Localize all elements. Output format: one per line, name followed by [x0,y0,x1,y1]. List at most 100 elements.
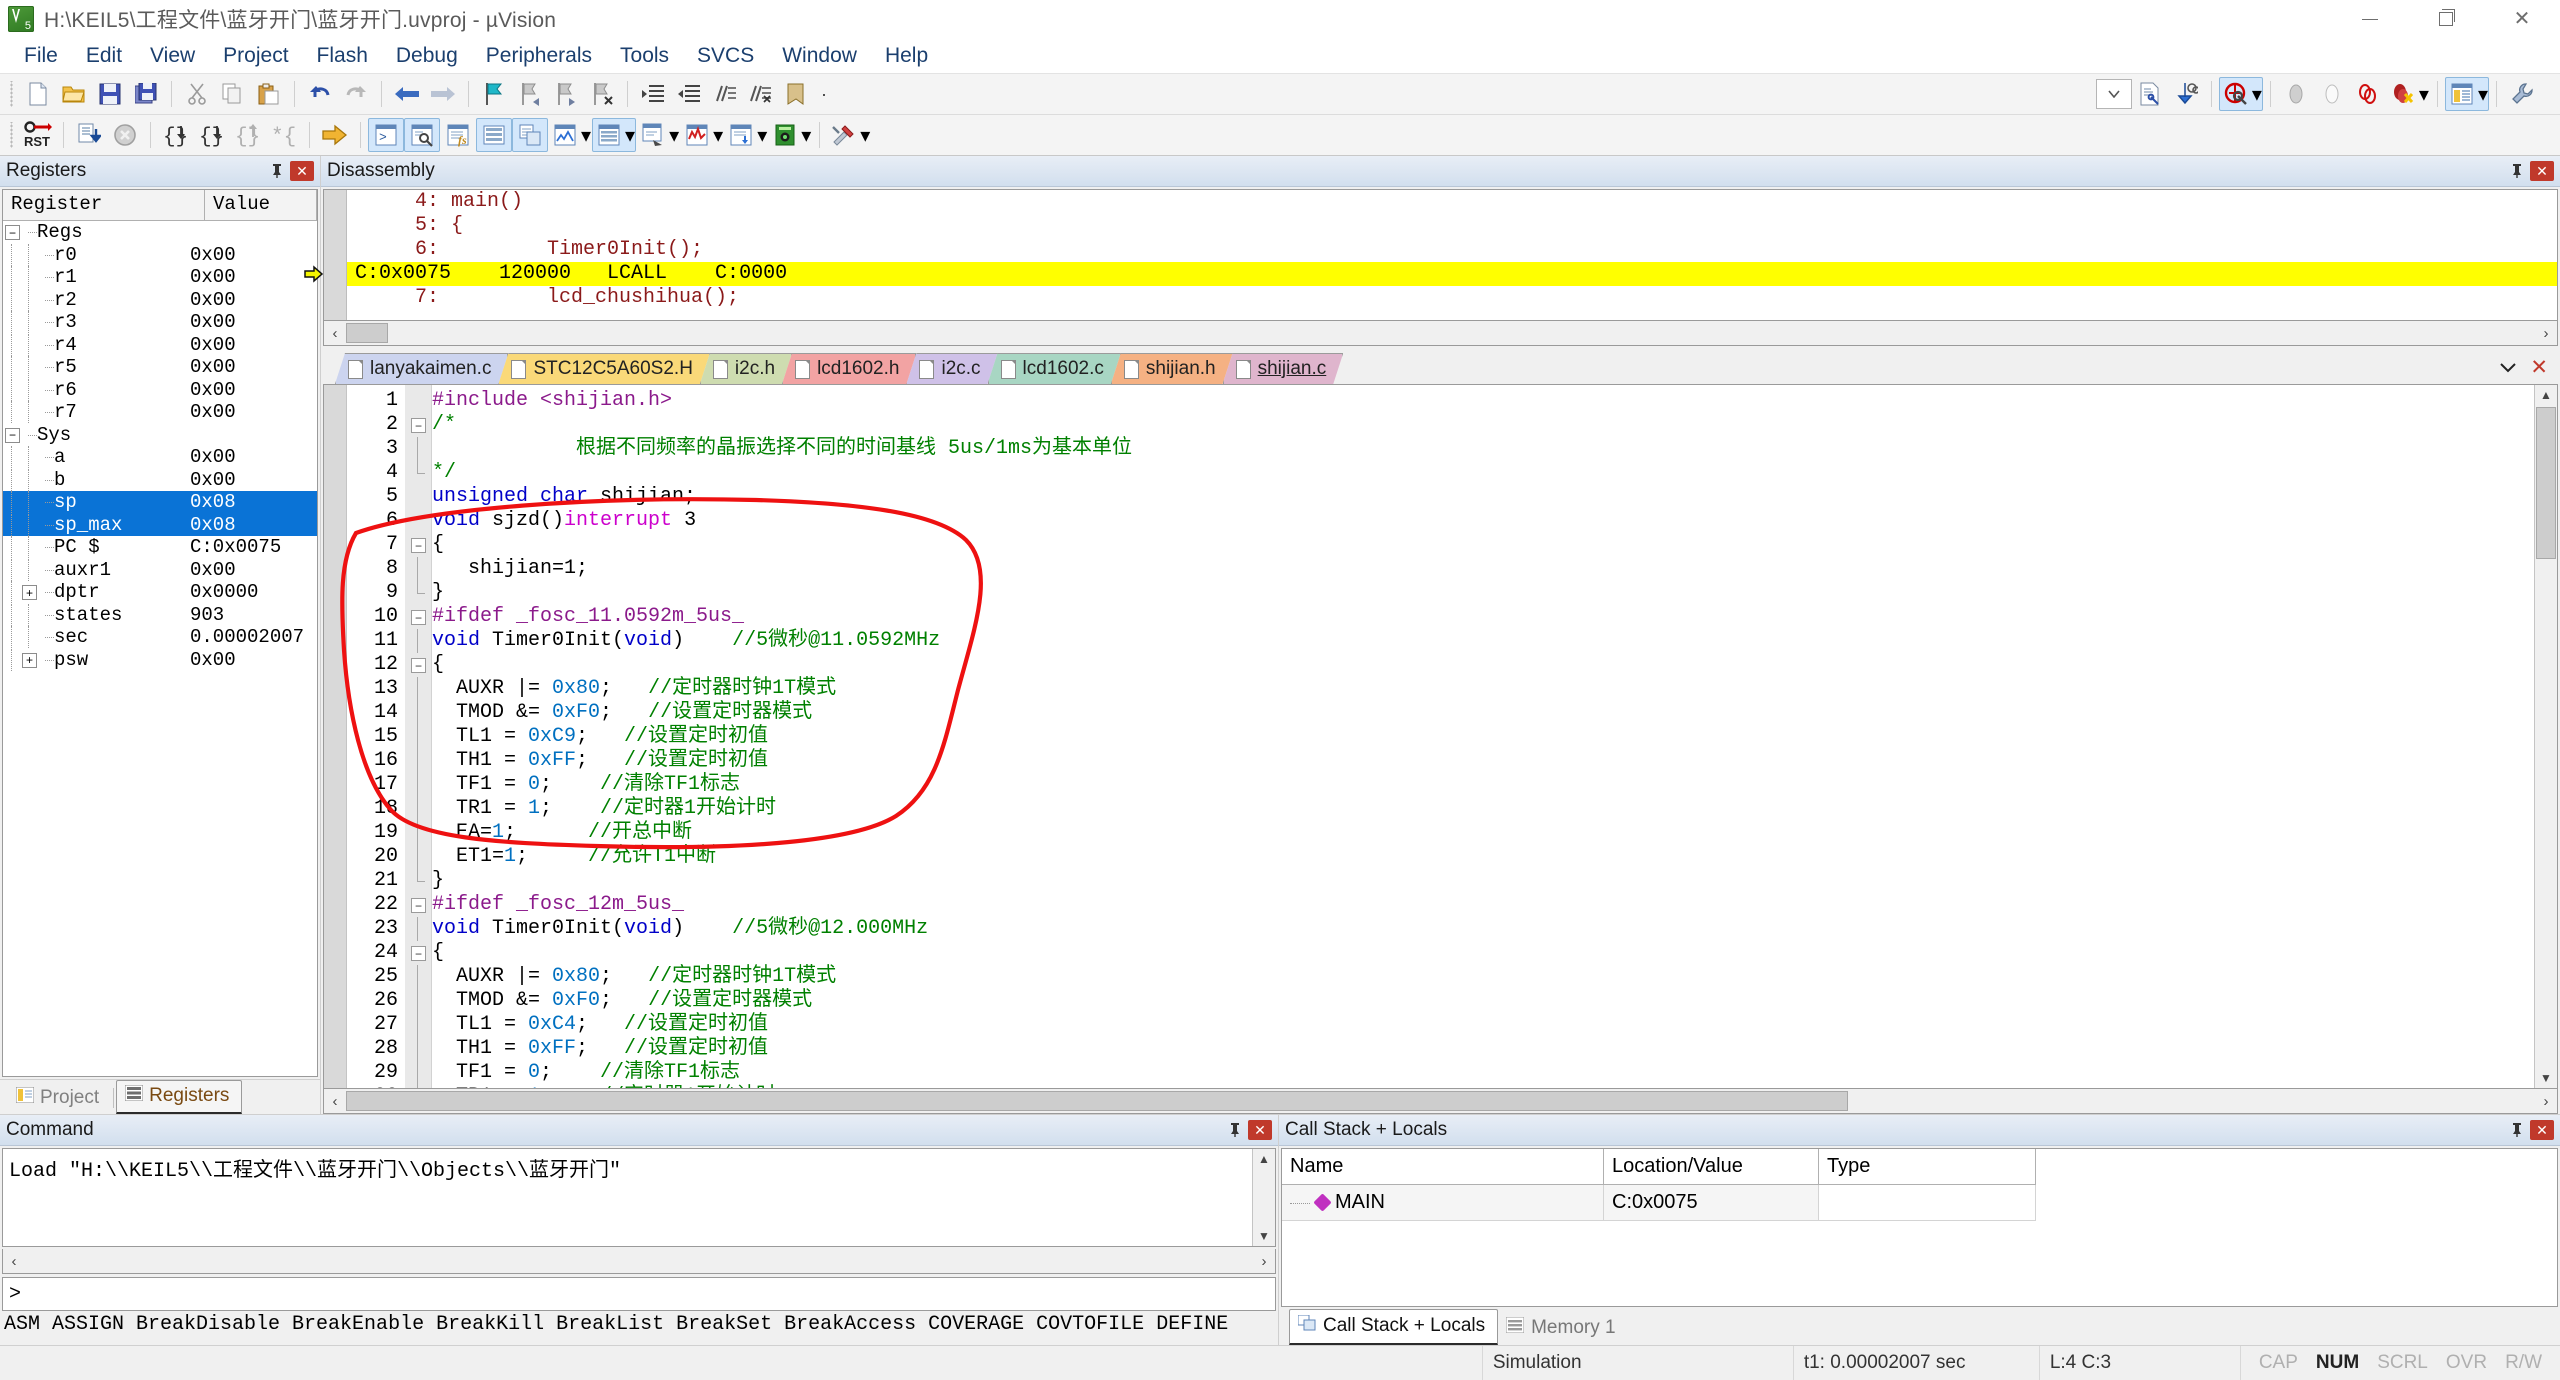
fold-marker[interactable]: − [405,653,431,677]
fold-marker[interactable] [405,1061,431,1085]
code-line[interactable]: TR1 = 1; //定时器1开始计时 [432,797,2534,821]
collapse-icon[interactable]: − [411,610,426,625]
trace-windows-button[interactable]: ▾ [724,118,768,152]
code-line[interactable]: #include <shijian.h> [432,389,2534,413]
close-icon[interactable]: ✕ [2530,355,2548,380]
breakpoint-disable-icon[interactable] [2350,77,2386,111]
disassembly-line[interactable]: 7: lcd_chushihua(); [347,286,2557,310]
registers-row-list[interactable]: − Regs r0 0x00 r1 0x00 r2 0x00 r3 0x00 r4 0x00 r5 0x0… [3,221,317,1076]
fold-marker[interactable] [405,461,431,485]
save-icon[interactable] [92,77,128,111]
tree-expander[interactable]: − [3,424,20,446]
fold-marker[interactable] [405,1013,431,1037]
code-line[interactable]: #ifdef _fosc_11.0592m_5us_ [432,605,2534,629]
editor-tab[interactable]: lanyakaimen.c [335,353,508,384]
fold-marker[interactable] [405,701,431,725]
uncomment-icon[interactable] [743,77,779,111]
register-row[interactable]: r4 0x00 [3,333,317,357]
menu-svcs[interactable]: SVCS [683,40,768,72]
minimize-button[interactable] [2332,0,2408,38]
tree-expander[interactable]: + [20,649,37,671]
fold-marker[interactable] [405,389,431,413]
scroll-thumb[interactable] [2536,407,2556,559]
scroll-right-icon[interactable]: › [1253,1250,1275,1272]
scroll-up-icon[interactable]: ▲ [2536,385,2556,405]
editor-tab[interactable]: i2c.h [700,353,792,384]
fold-marker[interactable] [405,581,431,605]
close-icon[interactable]: ✕ [290,161,314,181]
tree-expander[interactable]: + [20,581,37,603]
command-hscrollbar[interactable]: ‹ › [2,1249,1276,1274]
table-row[interactable]: MAIN C:0x0075 [1282,1185,2557,1221]
analysis-windows-button[interactable]: ▾ [680,118,724,152]
manage-windows-button[interactable]: ▾ [2444,77,2489,111]
toolbar-grip[interactable] [8,81,16,107]
fold-marker[interactable]: − [405,941,431,965]
editor-tab[interactable]: shijian.h [1111,353,1233,384]
scroll-thumb[interactable] [346,1091,1848,1111]
code-line[interactable]: } [432,581,2534,605]
stop-icon[interactable] [107,118,143,152]
fold-marker[interactable] [405,629,431,653]
register-row[interactable]: − Sys [3,424,317,447]
menu-flash[interactable]: Flash [303,40,382,72]
step-into-icon[interactable]: {} [158,118,194,152]
code-line[interactable]: { [432,941,2534,965]
disassembly-window-icon[interactable] [404,118,440,152]
fold-marker[interactable]: − [405,533,431,557]
scroll-left-icon[interactable]: ‹ [324,322,346,344]
code-line[interactable]: unsigned char shijian; [432,485,2534,509]
fold-marker[interactable]: − [405,413,431,437]
code-line[interactable]: TMOD &= 0xF0; //设置定时器模式 [432,701,2534,725]
reset-cpu-icon[interactable]: RST [20,118,56,152]
fold-marker[interactable] [405,965,431,989]
tab-project[interactable]: Project [8,1082,111,1114]
menu-view[interactable]: View [136,40,209,72]
new-file-icon[interactable] [20,77,56,111]
editor-tab[interactable]: lcd1602.c [988,353,1121,384]
start-stop-debug-button[interactable]: ▾ [2218,77,2263,111]
register-row[interactable]: auxr1 0x00 [3,558,317,582]
redo-icon[interactable] [338,77,374,111]
step-out-icon[interactable]: {} [230,118,266,152]
bookmark-prev-icon[interactable] [512,77,548,111]
target-options-icon[interactable] [2132,77,2168,111]
maximize-button[interactable] [2408,0,2484,38]
code-line[interactable]: } [432,869,2534,893]
breakpoint-icon[interactable] [2314,77,2350,111]
editor-vscrollbar[interactable]: ▲ ▼ [2534,385,2557,1088]
registers-window-icon[interactable] [476,118,512,152]
tab-call-stack-locals[interactable]: Call Stack + Locals [1289,1309,1499,1345]
open-file-icon[interactable] [56,77,92,111]
editor-hscrollbar[interactable]: ‹ › [323,1089,2558,1114]
pin-icon[interactable] [1222,1118,1248,1142]
code-line[interactable]: TMOD &= 0xF0; //设置定时器模式 [432,989,2534,1013]
fold-marker[interactable] [405,989,431,1013]
step-over-icon[interactable]: {} [194,118,230,152]
fold-marker[interactable] [405,725,431,749]
register-row[interactable]: sec 0.00002007 [3,626,317,649]
code-line[interactable]: shijian=1; [432,557,2534,581]
command-window-icon[interactable]: > [368,118,404,152]
tree-expander[interactable]: − [3,221,20,243]
register-row[interactable]: r5 0x00 [3,356,317,379]
pin-icon[interactable] [264,159,290,183]
toolbox-button[interactable]: ▾ [827,118,871,152]
close-icon[interactable]: ✕ [2530,161,2554,181]
editor-code-area[interactable]: #include <shijian.h>/* 根据不同频率的晶振选择不同的时间基… [432,385,2534,1088]
code-line[interactable]: TH1 = 0xFF; //设置定时初值 [432,749,2534,773]
insert-bookmark-icon[interactable] [2278,77,2314,111]
register-row[interactable]: r6 0x00 [3,378,317,402]
bookmark-next-icon[interactable] [548,77,584,111]
menu-edit[interactable]: Edit [72,40,136,72]
paste-icon[interactable] [251,77,287,111]
register-row[interactable]: + psw 0x00 [3,648,317,672]
collapse-icon[interactable]: − [411,898,426,913]
navigate-forward-icon[interactable] [425,77,461,111]
fold-marker[interactable] [405,845,431,869]
symbols-window-icon[interactable]: fs [440,118,476,152]
register-row[interactable]: states 903 [3,603,317,627]
register-row[interactable]: b 0x00 [3,468,317,492]
editor-fold-margin[interactable]: − − − − − − [405,385,432,1088]
code-line[interactable]: TH1 = 0xFF; //设置定时初值 [432,1037,2534,1061]
